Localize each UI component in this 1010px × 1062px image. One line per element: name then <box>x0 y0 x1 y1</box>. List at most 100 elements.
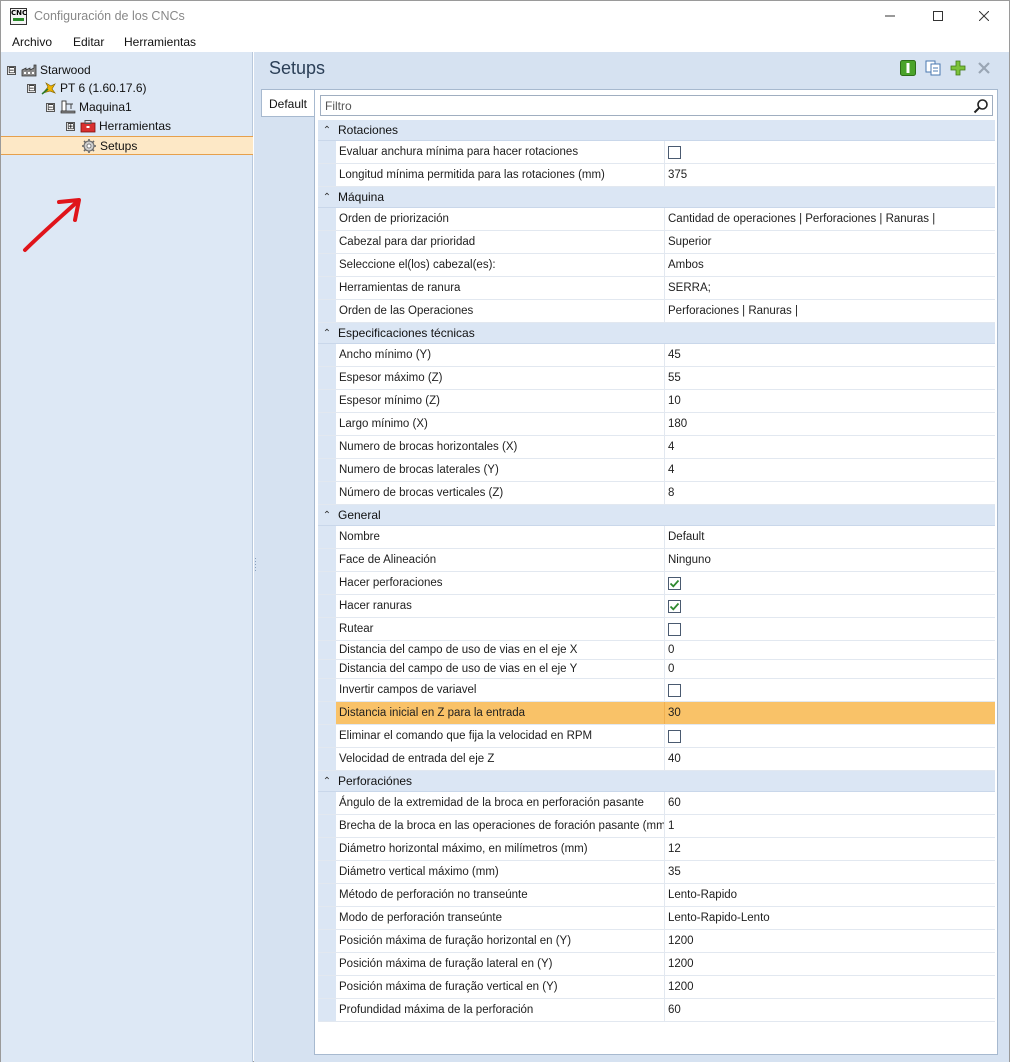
property-row[interactable]: Diámetro vertical máximo (mm) 35 <box>318 861 995 884</box>
category-header[interactable]: ⌃ Perforaciónes <box>318 771 995 792</box>
property-value[interactable]: 10 <box>665 390 995 412</box>
property-row[interactable]: Profundidad máxima de la perforación 60 <box>318 999 995 1022</box>
property-row[interactable]: Posición máxima de furação vertical en (… <box>318 976 995 999</box>
property-row[interactable]: Herramientas de ranura SERRA; <box>318 277 995 300</box>
property-value[interactable]: 35 <box>665 861 995 883</box>
property-row[interactable]: Espesor mínimo (Z) 10 <box>318 390 995 413</box>
minimize-button[interactable] <box>867 1 913 31</box>
property-value[interactable]: 180 <box>665 413 995 435</box>
category-header[interactable]: ⌃ Especificaciones técnicas <box>318 323 995 344</box>
property-row[interactable]: Número de brocas verticales (Z) 8 <box>318 482 995 505</box>
property-value[interactable] <box>665 679 995 701</box>
property-value[interactable]: 12 <box>665 838 995 860</box>
property-value[interactable]: 1200 <box>665 976 995 998</box>
property-value[interactable]: 0 <box>665 660 995 678</box>
property-row[interactable]: Hacer ranuras <box>318 595 995 618</box>
property-row[interactable]: Orden de las Operaciones Perforaciones | … <box>318 300 995 323</box>
checkbox-checked[interactable] <box>668 599 681 613</box>
property-row[interactable]: Ángulo de la extremidad de la broca en p… <box>318 792 995 815</box>
property-value[interactable]: 4 <box>665 436 995 458</box>
property-row[interactable]: Numero de brocas horizontales (X) 4 <box>318 436 995 459</box>
category-header[interactable]: ⌃ General <box>318 505 995 526</box>
property-value[interactable] <box>665 595 995 617</box>
filter-input[interactable] <box>321 96 961 115</box>
tree-item-starwood[interactable]: ⊟ Starwood <box>7 61 91 79</box>
search-icon[interactable] <box>973 98 989 114</box>
tree-item-herramientas[interactable]: ⊞ Herramientas <box>66 117 171 135</box>
property-value[interactable] <box>665 725 995 747</box>
property-value[interactable]: 375 <box>665 164 995 186</box>
property-row[interactable]: Eliminar el comando que fija la velocida… <box>318 725 995 748</box>
property-row[interactable]: Longitud mínima permitida para las rotac… <box>318 164 995 187</box>
chevron-up-icon[interactable]: ⌃ <box>318 510 336 521</box>
property-value[interactable]: Lento-Rapido <box>665 884 995 906</box>
property-value[interactable]: Cantidad de operaciones | Perforaciones … <box>665 208 995 230</box>
property-row[interactable]: Ancho mínimo (Y) 45 <box>318 344 995 367</box>
property-row[interactable]: Modo de perforación transeúnte Lento-Rapi… <box>318 907 995 930</box>
property-row[interactable]: Orden de priorización Cantidad de operaci… <box>318 208 995 231</box>
property-row[interactable]: Espesor máximo (Z) 55 <box>318 367 995 390</box>
property-value[interactable]: 30 <box>665 702 995 724</box>
collapse-icon[interactable]: ⊟ <box>46 102 55 112</box>
checkbox-checked[interactable] <box>668 576 681 590</box>
property-value[interactable]: 55 <box>665 367 995 389</box>
property-value[interactable]: 1 <box>665 815 995 837</box>
property-row[interactable]: Hacer perforaciones <box>318 572 995 595</box>
property-row[interactable]: Nombre Default <box>318 526 995 549</box>
menu-editar[interactable]: Editar <box>73 35 104 49</box>
property-value[interactable] <box>665 572 995 594</box>
checkbox-unchecked[interactable] <box>668 729 681 743</box>
info-button[interactable] <box>900 60 916 76</box>
property-value[interactable]: 1200 <box>665 953 995 975</box>
property-row[interactable]: Largo mínimo (X) 180 <box>318 413 995 436</box>
checkbox-unchecked[interactable] <box>668 622 681 636</box>
property-value[interactable]: Ninguno <box>665 549 995 571</box>
chevron-up-icon[interactable]: ⌃ <box>318 125 336 136</box>
close-button[interactable] <box>961 1 1007 31</box>
property-value[interactable]: Lento-Rapido-Lento <box>665 907 995 929</box>
copy-button[interactable] <box>925 60 941 76</box>
collapse-icon[interactable]: ⊟ <box>27 83 36 93</box>
property-row[interactable]: Evaluar anchura mínima para hacer rotaci… <box>318 141 995 164</box>
property-value[interactable]: Ambos <box>665 254 995 276</box>
property-row[interactable]: Posición máxima de furação horizontal en… <box>318 930 995 953</box>
category-header[interactable]: ⌃ Máquina <box>318 187 995 208</box>
property-row[interactable]: Brecha de la broca en las operaciones de… <box>318 815 995 838</box>
property-row[interactable]: Posición máxima de furação lateral en (Y… <box>318 953 995 976</box>
tree-item-pt6[interactable]: ⊟ PT 6 (1.60.17.6) <box>27 79 147 97</box>
property-row[interactable]: Diámetro horizontal máximo, en milímetro… <box>318 838 995 861</box>
tree-item-maquina1[interactable]: ⊟ Maquina1 <box>46 98 132 116</box>
property-value[interactable] <box>665 141 995 163</box>
property-value[interactable] <box>665 618 995 640</box>
property-value[interactable]: 45 <box>665 344 995 366</box>
chevron-up-icon[interactable]: ⌃ <box>318 776 336 787</box>
tree-item-setups[interactable]: Setups <box>81 137 137 155</box>
property-row[interactable]: Distancia del campo de uso de vias en el… <box>318 660 995 679</box>
add-button[interactable] <box>950 60 966 76</box>
property-value[interactable]: 60 <box>665 999 995 1021</box>
chevron-up-icon[interactable]: ⌃ <box>318 328 336 339</box>
property-value[interactable]: 40 <box>665 748 995 770</box>
chevron-up-icon[interactable]: ⌃ <box>318 192 336 203</box>
property-row[interactable]: Método de perforación no transeúnte Lento… <box>318 884 995 907</box>
property-row[interactable]: Face de Alineación Ninguno <box>318 549 995 572</box>
property-row[interactable]: Distancia del campo de uso de vias en el… <box>318 641 995 660</box>
category-header[interactable]: ⌃ Rotaciones <box>318 120 995 141</box>
delete-button[interactable] <box>976 60 992 76</box>
checkbox-unchecked[interactable] <box>668 145 681 159</box>
property-row[interactable]: Seleccione el(los) cabezal(es): Ambos <box>318 254 995 277</box>
menu-herramientas[interactable]: Herramientas <box>124 35 196 49</box>
property-value[interactable]: SERRA; <box>665 277 995 299</box>
property-value[interactable]: 4 <box>665 459 995 481</box>
property-value[interactable]: 0 <box>665 641 995 659</box>
property-value[interactable]: 8 <box>665 482 995 504</box>
property-row[interactable]: Numero de brocas laterales (Y) 4 <box>318 459 995 482</box>
maximize-button[interactable] <box>915 1 961 31</box>
menu-archivo[interactable]: Archivo <box>12 35 52 49</box>
checkbox-unchecked[interactable] <box>668 683 681 697</box>
expand-icon[interactable]: ⊞ <box>66 121 75 131</box>
property-value[interactable]: Superior <box>665 231 995 253</box>
property-row[interactable]: Rutear <box>318 618 995 641</box>
tab-default[interactable]: Default <box>261 89 314 117</box>
property-row[interactable]: Velocidad de entrada del eje Z 40 <box>318 748 995 771</box>
